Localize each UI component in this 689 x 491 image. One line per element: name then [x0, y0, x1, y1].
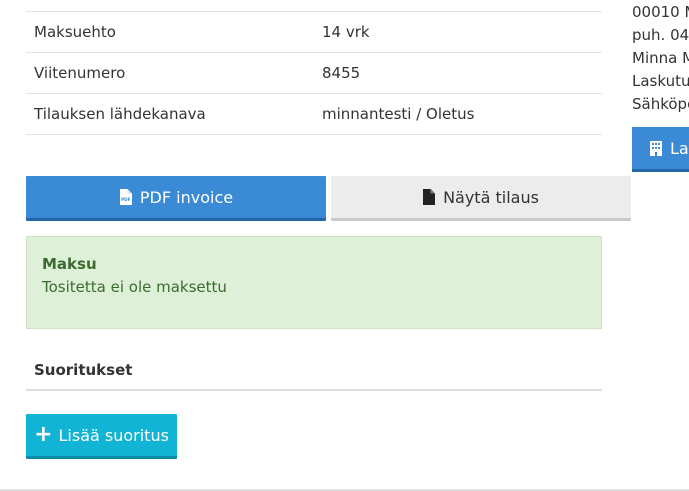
right-button-clip: La [632, 120, 689, 180]
source-channel-value: minnantesti / Oletus [322, 105, 475, 123]
building-icon [650, 140, 662, 156]
add-payment-button[interactable]: + Lisää suoritus [26, 414, 177, 459]
show-order-button[interactable]: Näytä tilaus [331, 176, 631, 221]
payment-status-alert: Maksu Tositetta ei ole maksettu [26, 236, 602, 329]
payments-section-title: Suoritukset [26, 356, 602, 391]
details-row-source-channel: Tilauksen lähdekanava minnantesti / Olet… [26, 94, 602, 135]
pdf-invoice-label: PDF invoice [139, 187, 234, 207]
show-order-label: Näytä tilaus [443, 187, 539, 207]
customer-address-line: 00010 M [632, 3, 689, 21]
pdf-file-icon: PDF [119, 189, 132, 205]
pdf-invoice-button[interactable]: PDF PDF invoice [26, 176, 326, 221]
customer-email-line: Sähköpo [632, 95, 689, 113]
details-row-payment-term: Maksuehto 14 vrk [26, 12, 602, 53]
payment-term-value: 14 vrk [322, 23, 370, 41]
customer-billing-line: Laskutus [632, 72, 689, 90]
source-channel-label: Tilauksen lähdekanava [34, 105, 206, 123]
customer-phone-line: puh. 040 [632, 26, 689, 44]
reference-number-value: 8455 [322, 64, 361, 82]
payment-status-text: Tositetta ei ole maksettu [42, 278, 227, 296]
file-icon [423, 189, 436, 205]
add-payment-label: Lisää suoritus [58, 425, 169, 445]
reference-number-label: Viitenumero [34, 64, 126, 82]
payment-title: Maksu [42, 255, 97, 273]
customer-action-button[interactable]: La [632, 127, 689, 172]
details-row-reference: Viitenumero 8455 [26, 53, 602, 94]
customer-action-label: La [670, 138, 689, 158]
details-row-partial [26, 0, 602, 12]
customer-name-line: Minna M [632, 49, 689, 67]
svg-text:PDF: PDF [121, 197, 131, 202]
order-details-table: Maksuehto 14 vrk Viitenumero 8455 Tilauk… [26, 0, 602, 135]
payment-term-label: Maksuehto [34, 23, 116, 41]
plus-icon: + [34, 422, 53, 447]
